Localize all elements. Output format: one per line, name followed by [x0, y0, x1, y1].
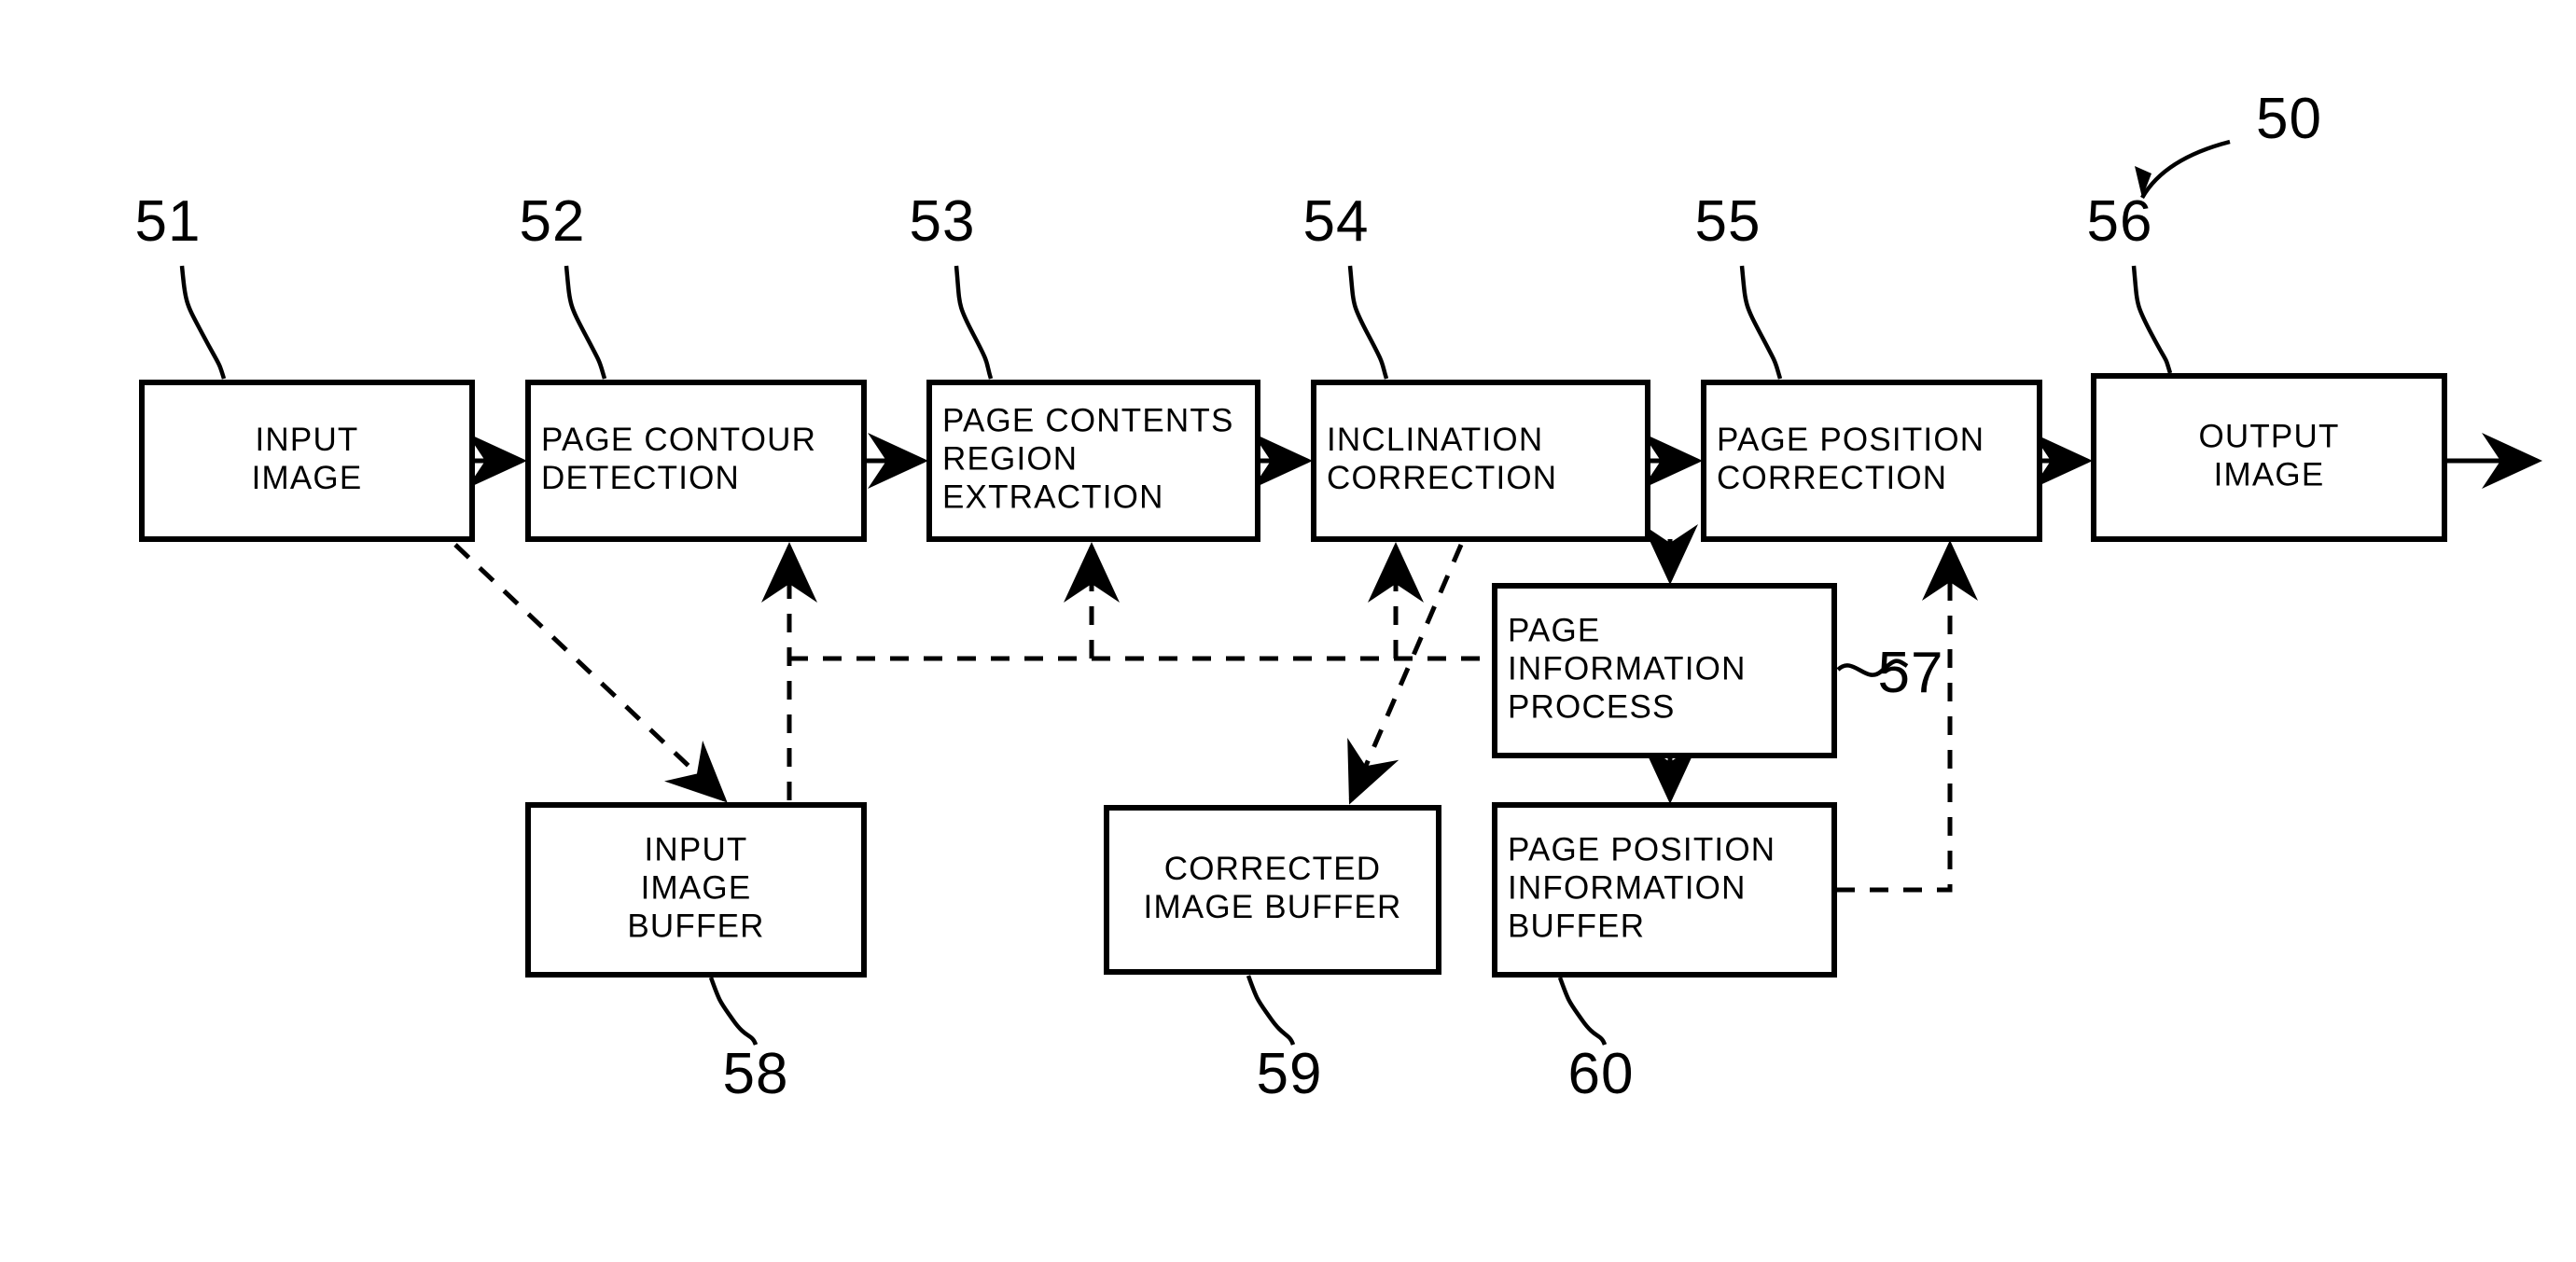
block-59-line-1: IMAGE BUFFER: [1144, 889, 1402, 925]
ref-58-leader: [708, 977, 759, 1046]
ref-52-leader: [564, 265, 607, 380]
block-52[interactable]: PAGE CONTOURDETECTION: [525, 380, 867, 542]
block-53-line-0: PAGE CONTENTS: [942, 402, 1234, 438]
ref-60-label: 60: [1568, 1042, 1635, 1106]
block-55[interactable]: PAGE POSITIONCORRECTION: [1701, 380, 2042, 542]
ref-57-group: 57: [1836, 641, 1944, 705]
ref-56-label: 56: [2087, 189, 2153, 254]
ref-59-label: 59: [1257, 1042, 1323, 1106]
ref-51-group: 51: [135, 189, 227, 380]
block-56-line-1: IMAGE: [2214, 456, 2325, 492]
ref-54-group: 54: [1303, 189, 1389, 380]
ref-50-label: 50: [2256, 87, 2322, 151]
ref-50-leader: [2140, 139, 2231, 200]
ref-54-leader: [1347, 265, 1389, 380]
block-53-line-2: EXTRACTION: [942, 478, 1164, 515]
block-51-line-1: IMAGE: [252, 460, 363, 496]
block-54-line-0: INCLINATION: [1327, 422, 1543, 458]
patent-figure-diagram: INPUT IMAGE PAGE CONTOUR DETECTION PAGE CONT…: [0, 0, 2576, 1257]
block-56[interactable]: OUTPUTIMAGE: [2091, 373, 2447, 542]
block-54-line-1: CORRECTION: [1327, 460, 1557, 496]
ref-53-leader: [954, 265, 994, 380]
ref-52-group: 52: [520, 189, 607, 380]
ref-52-label: 52: [520, 189, 586, 254]
block-60-line-1: INFORMATION: [1508, 869, 1747, 906]
block-60[interactable]: PAGE POSITIONINFORMATIONBUFFER: [1492, 802, 1837, 978]
block-52-line-1: DETECTION: [541, 460, 740, 496]
ref-59-group: 59: [1246, 975, 1323, 1106]
ref-53-label: 53: [910, 189, 976, 254]
block-60-line-2: BUFFER: [1508, 908, 1645, 944]
ref-55-group: 55: [1695, 189, 1783, 380]
system-ref-50-group: 50: [2135, 87, 2322, 200]
block-58-line-2: BUFFER: [627, 908, 764, 944]
block-53[interactable]: PAGE CONTENTSREGIONEXTRACTION: [926, 380, 1260, 542]
ref-58-label: 58: [723, 1042, 789, 1106]
ref-57-label: 57: [1878, 641, 1944, 705]
block-55-line-1: CORRECTION: [1717, 460, 1947, 496]
block-58-line-1: IMAGE: [641, 869, 752, 906]
ref-53-group: 53: [910, 189, 994, 380]
ref-56-leader: [2131, 265, 2173, 374]
ref-59-leader: [1246, 975, 1296, 1046]
block-57-line-1: INFORMATION: [1508, 650, 1747, 686]
block-57-line-2: PROCESS: [1508, 688, 1676, 725]
ref-56-group: 56: [2087, 189, 2173, 374]
ref-58-group: 58: [708, 977, 789, 1106]
dash-60-to-55: [1836, 540, 1978, 893]
block-59-line-0: CORRECTED: [1164, 851, 1381, 887]
block-53-line-1: REGION: [942, 440, 1078, 477]
block-57-line-0: PAGE: [1508, 612, 1600, 648]
block-boxes-layer: INPUTIMAGEPAGE CONTOURDETECTIONPAGE CONT…: [139, 373, 2447, 978]
block-58[interactable]: INPUTIMAGEBUFFER: [525, 802, 867, 978]
ref-54-label: 54: [1303, 189, 1370, 254]
ref-60-group: 60: [1557, 977, 1635, 1106]
diagram-canvas: INPUTIMAGEPAGE CONTOURDETECTIONPAGE CONT…: [135, 87, 2542, 1106]
block-59[interactable]: CORRECTEDIMAGE BUFFER: [1104, 805, 1441, 975]
block-52-line-0: PAGE CONTOUR: [541, 422, 816, 458]
block-55-line-0: PAGE POSITION: [1717, 422, 1984, 458]
dash-51-to-58: [453, 543, 728, 803]
block-58-line-0: INPUT: [645, 831, 748, 867]
block-54[interactable]: INCLINATIONCORRECTION: [1311, 380, 1650, 542]
dash-54-to-59: [1347, 544, 1464, 805]
ref-51-leader: [179, 265, 227, 380]
block-51-line-0: INPUT: [256, 422, 359, 458]
block-60-line-0: PAGE POSITION: [1508, 831, 1775, 867]
ref-51-label: 51: [135, 189, 202, 254]
ref-55-label: 55: [1695, 189, 1761, 254]
block-57[interactable]: PAGEINFORMATIONPROCESS: [1492, 583, 1837, 758]
block-56-line-0: OUTPUT: [2198, 418, 2339, 454]
ref-55-leader: [1739, 265, 1783, 380]
block-51[interactable]: INPUTIMAGE: [139, 380, 475, 542]
ref-60-leader: [1557, 977, 1608, 1046]
